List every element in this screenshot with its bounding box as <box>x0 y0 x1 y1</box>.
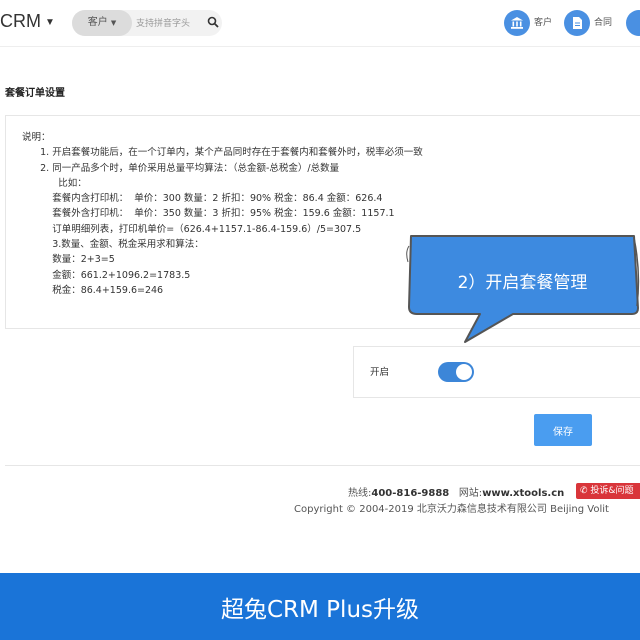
search-input[interactable] <box>136 15 206 31</box>
site-label: 网站: <box>458 488 483 499</box>
search-type-label: 客户 <box>87 17 108 28</box>
page-title: 套餐订单设置 <box>5 88 65 99</box>
callout-text: 2）开启套餐管理 <box>457 273 588 293</box>
caret-down-icon: ▼ <box>110 19 117 27</box>
nav-customer-button[interactable] <box>504 10 530 36</box>
callout-bubble: 2）开启套餐管理 <box>405 232 640 352</box>
toggle-label: 开启 <box>370 367 390 378</box>
bank-icon <box>511 17 523 29</box>
complain-label: 投诉&问题 <box>590 486 634 496</box>
brand-menu[interactable]: CRM ▼ <box>0 11 55 32</box>
search-bar: 客户 ▼ <box>72 10 222 36</box>
package-toggle-panel: 开启 <box>353 346 640 398</box>
user-avatar-button[interactable] <box>626 10 640 36</box>
description-text: 说明： 1. 开启套餐功能后，在一个订单内，某个产品同时存在于套餐内和套餐外时，… <box>22 132 423 296</box>
copyright-text: Copyright © 2004-2019 北京沃力森信息技术有限公司 Beij… <box>294 504 609 515</box>
document-icon <box>573 17 582 29</box>
nav-contract-button[interactable] <box>564 10 590 36</box>
brand-label: CRM <box>0 11 41 31</box>
nav-contract-label[interactable]: 合同 <box>594 15 612 28</box>
search-type-dropdown[interactable]: 客户 ▼ <box>72 10 132 36</box>
toggle-knob <box>456 364 472 380</box>
complain-button[interactable]: ✆ 投诉&问题 <box>576 483 640 499</box>
hotline-number: 400-816-9888 <box>371 488 450 499</box>
site-link[interactable]: www.xtools.cn <box>482 488 564 499</box>
banner-title: 超兔CRM Plus升级 <box>220 597 419 623</box>
caret-down-icon: ▼ <box>45 16 55 28</box>
chat-icon: ✆ <box>580 486 588 496</box>
footer-contact: 热线:400-816-9888 网站:www.xtools.cn <box>348 484 564 499</box>
promo-banner: 超兔CRM Plus升级 <box>0 573 640 640</box>
hotline-label: 热线: <box>348 488 372 499</box>
save-button[interactable]: 保存 <box>534 414 592 446</box>
top-bar: CRM ▼ 客户 ▼ 客户 合同 <box>0 0 640 47</box>
search-icon[interactable] <box>207 16 219 28</box>
nav-customer-label[interactable]: 客户 <box>534 15 552 28</box>
enable-package-toggle[interactable] <box>438 362 474 382</box>
footer-divider <box>5 465 640 466</box>
